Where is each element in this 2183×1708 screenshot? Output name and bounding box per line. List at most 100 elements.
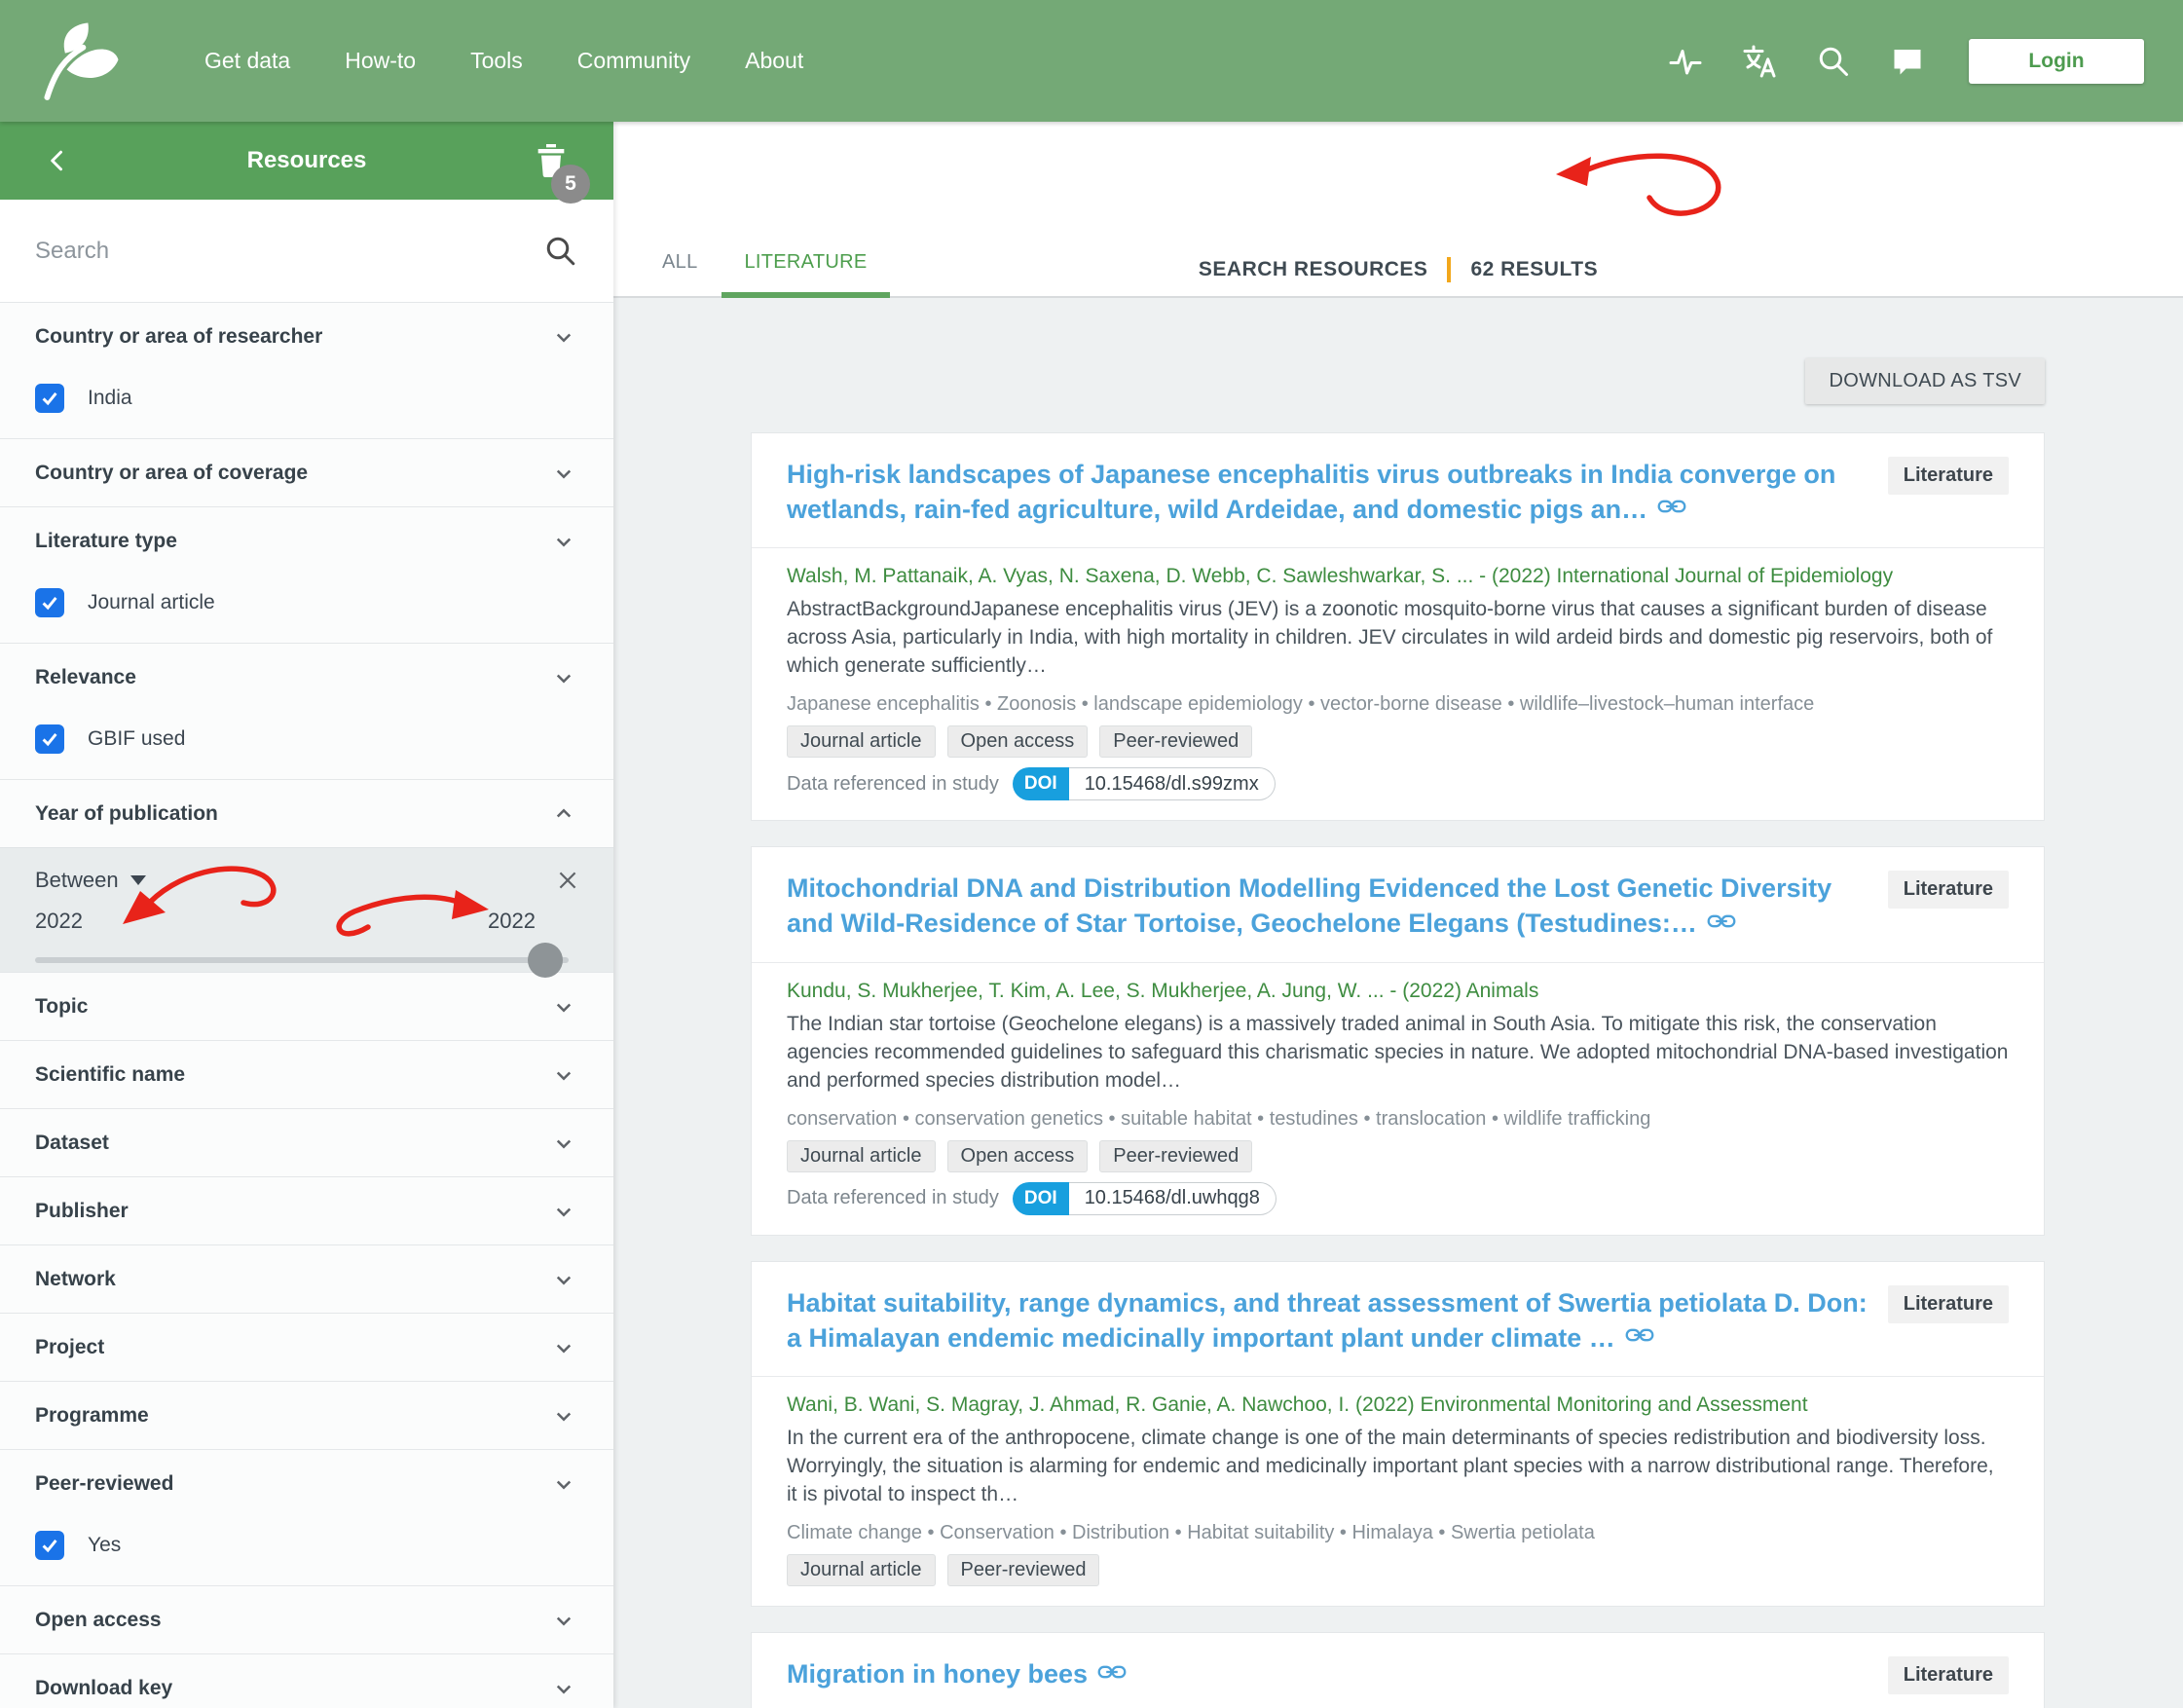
doi-prefix: Data referenced in study [787, 773, 999, 796]
checkbox-checked[interactable] [35, 1531, 64, 1560]
filter-header[interactable]: Year of publication [0, 780, 613, 847]
translate-icon[interactable] [1729, 31, 1790, 92]
year-slider-track[interactable] [35, 957, 569, 963]
filter-label: Peer-reviewed [35, 1472, 549, 1496]
result-abstract: In the current era of the anthropocene, … [787, 1424, 2009, 1508]
filter-label: Country or area of coverage [35, 462, 549, 485]
doi-value: 10.15468/dl.s99zmx [1069, 767, 1276, 800]
year-mode-dropdown[interactable]: Between [35, 868, 119, 893]
filter-label: Relevance [35, 666, 549, 689]
filter-header[interactable]: Country or area of researcher [0, 303, 613, 370]
chip-open-access: Open access [947, 725, 1089, 758]
search-icon[interactable] [1803, 31, 1864, 92]
literature-result-card: Habitat suitability, range dynamics, and… [751, 1261, 2045, 1607]
checkbox-checked[interactable] [35, 724, 64, 754]
nav-item-about[interactable]: About [718, 48, 831, 74]
filter-header[interactable]: Network [0, 1245, 613, 1313]
filter-header[interactable]: Topic [0, 973, 613, 1040]
filter-section-dataset: Dataset [0, 1108, 613, 1176]
filter-section-network: Network [0, 1244, 613, 1313]
filter-header[interactable]: Project [0, 1314, 613, 1381]
filter-section-project: Project [0, 1313, 613, 1381]
chevron-down-icon [549, 1606, 578, 1635]
filter-header[interactable]: Scientific name [0, 1041, 613, 1108]
filter-header[interactable]: Relevance [0, 644, 613, 711]
filter-label: Year of publication [35, 802, 549, 826]
nav-item-community[interactable]: Community [550, 48, 718, 74]
filter-label: Scientific name [35, 1063, 549, 1087]
literature-badge: Literature [1888, 1656, 2009, 1694]
literature-result-card: Migration in honey bees Literature Vijay… [751, 1632, 2045, 1708]
nav-item-how-to[interactable]: How-to [317, 48, 443, 74]
result-title-link[interactable]: Migration in honey bees [787, 1656, 1127, 1694]
results-title: SEARCH RESOURCES [1199, 258, 1428, 281]
literature-badge: Literature [1888, 457, 2009, 495]
filter-option: Yes [0, 1517, 613, 1585]
filter-label: Topic [35, 995, 549, 1019]
search-input[interactable] [35, 238, 543, 265]
filter-header[interactable]: Dataset [0, 1109, 613, 1176]
gbif-logo-icon[interactable] [39, 20, 121, 102]
filter-header[interactable]: Download key [0, 1654, 613, 1708]
filter-option-label: Yes [88, 1534, 121, 1557]
nav-item-get-data[interactable]: Get data [177, 48, 317, 74]
chevron-down-icon [549, 992, 578, 1021]
back-chevron-icon[interactable] [39, 141, 78, 180]
chip-peer-reviewed: Peer-reviewed [947, 1554, 1100, 1586]
results-main: SEARCH RESOURCES 62 RESULTS ALL LITERATU… [613, 122, 2183, 1708]
pulse-icon[interactable] [1655, 31, 1716, 92]
filter-header[interactable]: Country or area of coverage [0, 439, 613, 506]
chat-icon[interactable] [1877, 31, 1938, 92]
result-keywords: Japanese encephalitis • Zoonosis • lands… [787, 693, 2009, 716]
tab-literature[interactable]: LITERATURE [722, 228, 891, 296]
results-tabs: ALL LITERATURE [639, 228, 890, 296]
filter-label: Programme [35, 1404, 549, 1428]
active-filter-count-badge: 5 [551, 165, 590, 204]
chevron-down-icon [549, 1197, 578, 1226]
link-icon[interactable] [1707, 907, 1736, 945]
tab-all[interactable]: ALL [639, 228, 722, 296]
result-title-link[interactable]: High-risk landscapes of Japanese encepha… [787, 457, 1868, 530]
filter-header[interactable]: Literature type [0, 507, 613, 575]
year-range-panel: Between 2022 2022 [0, 847, 613, 972]
search-icon[interactable] [543, 234, 578, 269]
active-tab-underline [722, 292, 891, 298]
close-icon[interactable] [555, 868, 584, 897]
year-slider-handle[interactable] [528, 943, 563, 978]
dropdown-caret-icon[interactable] [130, 875, 146, 885]
result-authors[interactable]: Wani, B. Wani, S. Magray, J. Ahmad, R. G… [787, 1391, 2009, 1420]
checkbox-checked[interactable] [35, 384, 64, 413]
doi-badge: DOI [1013, 767, 1069, 800]
result-abstract: AbstractBackgroundJapanese encephalitis … [787, 595, 2009, 680]
result-authors[interactable]: Walsh, M. Pattanaik, A. Vyas, N. Saxena,… [787, 562, 2009, 591]
year-to-value: 2022 [488, 909, 536, 934]
filter-label: Dataset [35, 1132, 549, 1155]
filter-label: Open access [35, 1609, 549, 1632]
filter-section-publisher: Publisher [0, 1176, 613, 1244]
filter-section-year-of-publication: Year of publication Between 2022 2022 [0, 779, 613, 972]
login-button[interactable]: Login [1969, 39, 2144, 84]
link-icon[interactable] [1625, 1320, 1654, 1358]
link-icon[interactable] [1097, 1657, 1127, 1695]
link-icon[interactable] [1657, 492, 1686, 530]
result-title-link[interactable]: Habitat suitability, range dynamics, and… [787, 1285, 1868, 1358]
chip-peer-reviewed: Peer-reviewed [1099, 1140, 1252, 1172]
results-count: 62 RESULTS [1470, 258, 1598, 281]
result-authors[interactable]: Kundu, S. Mukherjee, T. Kim, A. Lee, S. … [787, 977, 2009, 1006]
filter-option-label: GBIF used [88, 727, 185, 751]
filter-section-peer-reviewed: Peer-reviewed Yes [0, 1449, 613, 1585]
chip-journal-article: Journal article [787, 1140, 936, 1172]
nav-item-tools[interactable]: Tools [443, 48, 550, 74]
sidebar-search [0, 200, 613, 302]
filter-section-country-of-researcher: Country or area of researcher India [0, 302, 613, 438]
filter-header[interactable]: Peer-reviewed [0, 1450, 613, 1517]
filter-header[interactable]: Open access [0, 1586, 613, 1653]
download-tsv-button[interactable]: DOWNLOAD AS TSV [1805, 358, 2045, 404]
results-divider [1447, 257, 1451, 282]
doi-link[interactable]: DOI 10.15468/dl.uwhqg8 [1013, 1182, 1276, 1215]
doi-link[interactable]: DOI 10.15468/dl.s99zmx [1013, 767, 1276, 800]
result-title-link[interactable]: Mitochondrial DNA and Distribution Model… [787, 871, 1868, 944]
filter-header[interactable]: Programme [0, 1382, 613, 1449]
filter-header[interactable]: Publisher [0, 1177, 613, 1244]
checkbox-checked[interactable] [35, 588, 64, 617]
